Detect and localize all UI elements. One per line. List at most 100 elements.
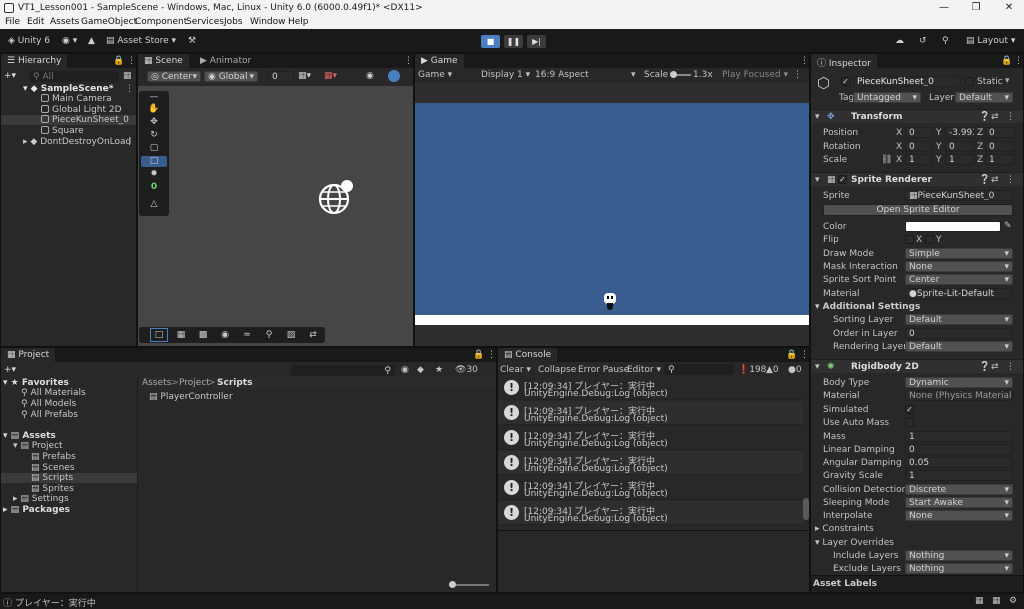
display-dropdown[interactable]: Display 1 ▾ xyxy=(481,70,530,80)
rect-tool-icon[interactable]: □ xyxy=(141,156,167,167)
lock-icon[interactable]: 🔒 xyxy=(786,350,797,360)
menu-file[interactable]: File xyxy=(5,17,20,27)
help-icon[interactable]: ❔ xyxy=(979,112,990,122)
sorting-layer-dropdown[interactable]: Default xyxy=(905,314,1013,325)
layout-dropdown[interactable]: ▤ Layout ▾ xyxy=(966,36,1015,46)
console-entry[interactable]: ! [12:09:34] プレイヤー：実行中 UnityEngine.Debug… xyxy=(498,476,803,500)
help-icon[interactable]: ❔ xyxy=(979,175,990,185)
favorite-item[interactable]: ⚲ All Materials xyxy=(21,388,86,398)
search-icon[interactable]: ⚲ xyxy=(942,36,949,46)
overlay-search-icon[interactable]: ⚲ xyxy=(261,329,277,341)
menu-window[interactable]: Window xyxy=(250,17,286,27)
more-icon[interactable]: ⋮ xyxy=(800,56,809,66)
static-dropdown-icon[interactable]: ▾ xyxy=(1005,76,1010,86)
status-cache-icon[interactable]: ▦ xyxy=(992,596,1001,606)
flip-y-checkbox[interactable] xyxy=(925,235,934,244)
auto-mass-checkbox[interactable] xyxy=(905,418,914,427)
link-icon[interactable]: ⛓ xyxy=(881,155,892,165)
layer-overrides-foldout[interactable]: ▾ Layer Overrides xyxy=(815,538,894,548)
console-entry[interactable]: ! [12:09:34] プレイヤー：実行中 UnityEngine.Debug… xyxy=(498,451,803,475)
scale-slider-knob[interactable] xyxy=(670,71,677,78)
lock-icon[interactable]: 🔒 xyxy=(1001,56,1012,66)
folder-item[interactable]: ▤ Sprites xyxy=(31,484,74,494)
maximize-button[interactable]: ❐ xyxy=(970,2,982,14)
scene-root[interactable]: ▾ ◆ SampleScene* xyxy=(23,84,113,94)
menu-assets[interactable]: Assets xyxy=(50,17,79,27)
sleeping-mode-dropdown[interactable]: Start Awake xyxy=(905,497,1013,508)
additional-settings-foldout[interactable]: ▾ Additional Settings xyxy=(815,302,920,312)
breadcrumb-project[interactable]: Project xyxy=(179,378,210,388)
flip-x-checkbox[interactable] xyxy=(905,235,914,244)
project-search-input[interactable]: ⚲ xyxy=(291,365,395,376)
snap-icon[interactable]: ▦▾ xyxy=(324,71,337,81)
tab-game[interactable]: ▶ Game xyxy=(415,54,464,68)
ddol-more-icon[interactable]: ⋮ xyxy=(125,137,134,147)
transform-header[interactable]: ▾ ✥ Transform ❔ ⇄ ⋮ xyxy=(811,109,1023,123)
error-count-toggle[interactable]: ●0 xyxy=(788,365,802,375)
menu-component[interactable]: Component xyxy=(135,17,187,27)
exclude-layers-dropdown[interactable]: Nothing xyxy=(905,563,1013,574)
constraints-foldout[interactable]: ▸ Constraints xyxy=(815,524,874,534)
rendering-layer-dropdown[interactable]: Default xyxy=(905,341,1013,352)
settings-folder[interactable]: ▸ ▤ Settings xyxy=(13,494,69,504)
create-button[interactable]: +▾ xyxy=(4,365,16,375)
scale-x-input[interactable]: 1 xyxy=(905,154,933,165)
active-checkbox[interactable]: ✓ xyxy=(841,77,850,86)
console-entry[interactable]: ! [12:09:34] プレイヤー：実行中 UnityEngine.Debug… xyxy=(498,426,803,450)
minimize-button[interactable]: — xyxy=(938,2,950,14)
status-progress-icon[interactable]: ▦ xyxy=(975,596,984,606)
pause-button[interactable]: ❚❚ xyxy=(504,35,523,48)
console-search-input[interactable]: ⚲ xyxy=(664,364,734,375)
scene-more-icon[interactable]: ⋮ xyxy=(125,84,134,94)
scale-tool-icon[interactable]: ▢ xyxy=(141,143,167,154)
hierarchy-item[interactable]: Square xyxy=(41,126,84,136)
close-button[interactable]: ✕ xyxy=(1003,2,1015,14)
filter-type-icon[interactable]: ◉ xyxy=(401,365,409,375)
status-message[interactable]: プレイヤー：実行中 xyxy=(15,596,96,609)
add-button[interactable]: +▾ xyxy=(4,71,16,81)
save-search-icon[interactable]: ★ xyxy=(435,365,443,375)
pivot-dropdown[interactable]: ◎ Center xyxy=(147,71,201,82)
menu-edit[interactable]: Edit xyxy=(27,17,44,27)
hierarchy-item[interactable]: Global Light 2D xyxy=(41,105,122,115)
aspect-dropdown[interactable]: 16:9 Aspect xyxy=(535,70,635,80)
folder-item[interactable]: ▤ Prefabs xyxy=(31,452,76,462)
layer-dropdown[interactable]: Default xyxy=(955,92,1013,103)
warn-count-toggle[interactable]: ▲0 xyxy=(766,365,779,375)
space-dropdown[interactable]: ◉ Global xyxy=(204,71,258,82)
hierarchy-item-selected[interactable]: PieceKunSheet_0 xyxy=(1,115,136,125)
hand-tool-icon[interactable]: ✋ xyxy=(141,104,167,115)
rotation-x-input[interactable]: 0 xyxy=(905,141,933,152)
component-menu-icon[interactable]: ⋮ xyxy=(1006,362,1015,372)
tab-project[interactable]: ▦ Project xyxy=(1,348,56,362)
assets-foldout[interactable]: ▾ ▤ Assets xyxy=(3,431,56,441)
menu-services[interactable]: Services xyxy=(186,17,224,27)
simulated-checkbox[interactable]: ✓ xyxy=(905,405,914,414)
preset-icon[interactable]: ⇄ xyxy=(991,175,999,185)
console-scrollbar[interactable] xyxy=(803,498,809,520)
snap-input[interactable]: 0 xyxy=(268,71,294,82)
position-z-input[interactable]: 0 xyxy=(985,127,1015,138)
2d-toggle-icon[interactable] xyxy=(388,70,400,82)
gravity-scale-input[interactable]: 1 xyxy=(905,470,1013,481)
lock-icon[interactable]: 🔒 xyxy=(113,56,124,66)
color-swatch[interactable] xyxy=(905,221,1001,232)
console-entry[interactable]: ! [12:09:34] プレイヤー：実行中 UnityEngine.Debug… xyxy=(498,501,803,525)
material-field[interactable]: ●Sprite-Lit-Default xyxy=(905,288,1013,299)
dont-destroy-root[interactable]: ▸ ◆ DontDestroyOnLoad xyxy=(23,137,131,147)
favorite-item[interactable]: ⚲ All Models xyxy=(21,399,76,409)
more-icon[interactable]: ⋮ xyxy=(404,56,413,66)
scale-y-input[interactable]: 1 xyxy=(945,154,975,165)
packages-foldout[interactable]: ▸ ▤ Packages xyxy=(3,505,70,515)
icon-size-slider-knob[interactable] xyxy=(449,581,456,588)
overlay-select-icon[interactable]: ≈ xyxy=(239,329,255,341)
overlay-tile-icon[interactable]: ▩ xyxy=(195,329,211,341)
mass-input[interactable]: 1 xyxy=(905,431,1013,442)
error-pause-button[interactable]: Error Pause xyxy=(578,365,629,375)
custom-tool-icon[interactable]: △ xyxy=(141,199,167,210)
account-icon[interactable]: ◉ ▾ xyxy=(62,36,77,46)
cloud-services-icon[interactable]: ☁ xyxy=(895,36,904,46)
history-icon[interactable]: ↺ xyxy=(919,36,927,46)
rotation-y-input[interactable]: 0 xyxy=(945,141,975,152)
hidden-packages-icon[interactable]: 👁30 xyxy=(455,365,478,375)
